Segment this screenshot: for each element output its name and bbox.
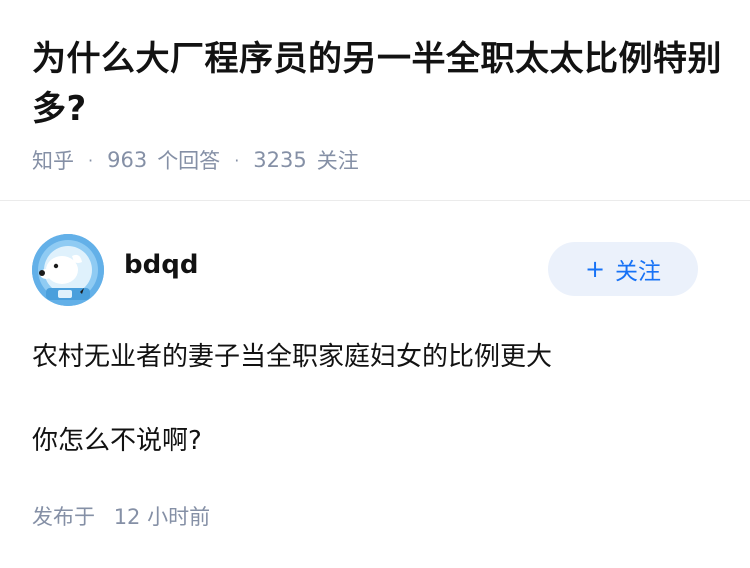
publish-time: 发布于 12 小时前 [32, 501, 210, 531]
follower-count: 3235 [253, 148, 307, 172]
answer-paragraph: 你怎么不说啊? [32, 426, 202, 456]
published-label: 发布于 [32, 505, 95, 529]
question-meta: 知乎 · 963 个回答 · 3235 关注 [32, 145, 359, 175]
author-name[interactable]: bdqd [124, 250, 198, 280]
answer-count: 963 [107, 148, 148, 172]
source-label[interactable]: 知乎 [32, 145, 74, 175]
avatar[interactable] [32, 234, 104, 306]
meta-separator: · [234, 150, 240, 170]
plus-icon: + [584, 255, 606, 283]
answer-content[interactable]: 农村无业者的妻子当全职家庭妇女的比例更大 你怎么不说啊? [32, 336, 718, 504]
answer-paragraph: 农村无业者的妻子当全职家庭妇女的比例更大 [32, 342, 553, 372]
meta-separator: · [88, 150, 94, 170]
answer-card: bdqd + 关注 农村无业者的妻子当全职家庭妇女的比例更大 你怎么不说啊? 发… [0, 201, 750, 568]
follower-count-unit: 关注 [316, 149, 359, 173]
follow-button-label: 关注 [615, 259, 662, 285]
question-title[interactable]: 为什么大厂程序员的另一半全职太太比例特别多? [32, 34, 722, 134]
follow-button[interactable]: + 关注 [548, 242, 698, 296]
answer-count-unit: 个回答 [157, 149, 221, 173]
astronaut-dog-avatar-icon [32, 234, 104, 306]
question-header: 为什么大厂程序员的另一半全职太太比例特别多? 知乎 · 963 个回答 · 32… [0, 0, 750, 201]
published-time: 12 小时前 [113, 505, 211, 529]
author-row: bdqd + 关注 [32, 234, 698, 306]
